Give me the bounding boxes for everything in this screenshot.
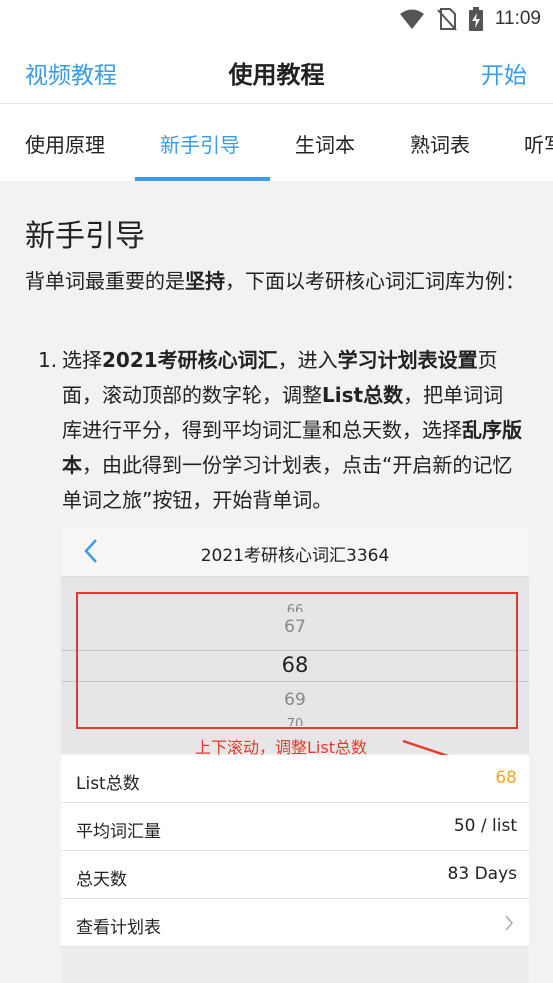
intro-paragraph: 背单词最重要的是坚持，下面以考研核心词汇词库为例： bbox=[25, 265, 530, 297]
row-label: 查看计划表 bbox=[76, 918, 161, 938]
highlight-box bbox=[76, 592, 518, 729]
chevron-right-icon bbox=[504, 915, 514, 935]
row-label: 总天数 bbox=[76, 870, 127, 890]
app-header: 视频教程 使用教程 开始 bbox=[0, 38, 553, 104]
battery-charging-icon bbox=[468, 7, 483, 31]
avg-words-value: 50 / list bbox=[453, 816, 517, 836]
tab-principle[interactable]: 使用原理 bbox=[25, 129, 105, 158]
tutorial-screenshot: 2021考研核心词汇3364 66 67 68 69 70 上下滚动，调整Lis… bbox=[61, 527, 529, 983]
section-title: 新手引导 bbox=[25, 219, 145, 254]
screenshot-title: 2021考研核心词汇3364 bbox=[200, 546, 390, 566]
step-number: 1. bbox=[38, 348, 58, 372]
row-label: List总数 bbox=[76, 774, 140, 794]
row-label: 平均词汇量 bbox=[76, 822, 161, 842]
list-total-value: 68 bbox=[495, 768, 517, 788]
tab-bar: 使用原理 新手引导 生词本 熟词表 听写 bbox=[0, 105, 553, 181]
avg-words-row: 平均词汇量 50 / list bbox=[61, 803, 529, 851]
status-bar: 11:09 bbox=[0, 0, 553, 38]
tab-beginner-guide[interactable]: 新手引导 bbox=[160, 129, 240, 158]
tab-known-words[interactable]: 熟词表 bbox=[410, 129, 470, 158]
total-days-value: 83 Days bbox=[447, 864, 517, 884]
page-title: 使用教程 bbox=[228, 61, 325, 89]
no-sim-icon bbox=[437, 7, 457, 31]
tutorial-content: 新手引导 背单词最重要的是坚持，下面以考研核心词汇词库为例： 1. 选择2021… bbox=[0, 181, 553, 983]
list-total-row: List总数 68 bbox=[61, 755, 529, 803]
wifi-icon bbox=[399, 8, 425, 30]
status-time: 11:09 bbox=[494, 8, 541, 29]
step-1-text: 选择2021考研核心词汇，进入学习计划表设置页面，滚动顶部的数字轮，调整List… bbox=[62, 348, 522, 512]
total-days-row: 总天数 83 Days bbox=[61, 851, 529, 899]
start-link[interactable]: 开始 bbox=[481, 56, 527, 90]
intro-text-end: ，下面以考研核心词汇词库为例： bbox=[225, 269, 525, 293]
view-plan-row: 查看计划表 bbox=[61, 899, 529, 947]
tab-new-words[interactable]: 生词本 bbox=[295, 129, 355, 158]
intro-text: 背单词最重要的是 bbox=[25, 269, 185, 293]
intro-bold: 坚持 bbox=[185, 269, 225, 293]
tab-dictation[interactable]: 听写 bbox=[524, 129, 553, 158]
screenshot-nav-bar: 2021考研核心词汇3364 bbox=[61, 527, 529, 577]
status-icons: 11:09 bbox=[399, 6, 541, 32]
number-wheel-picker: 66 67 68 69 70 bbox=[61, 577, 529, 753]
